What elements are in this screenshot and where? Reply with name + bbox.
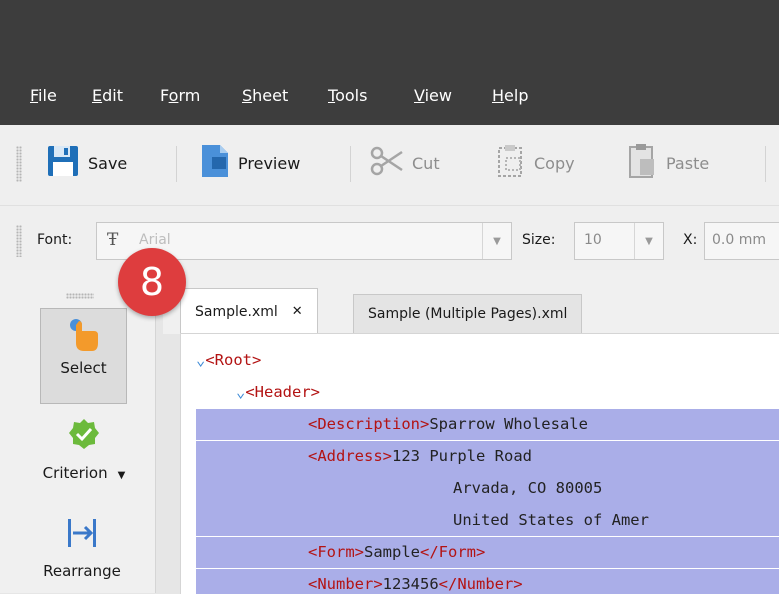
collapse-chevron-icon[interactable]: ⌄ [196,351,205,369]
select-tool[interactable]: Select [40,308,127,404]
menu-help-accel: H [492,86,505,105]
x-value: 0.0 mm [712,232,766,248]
preview-button[interactable]: Preview [200,140,300,186]
panel-grip[interactable] [66,293,94,299]
save-label: Save [88,153,128,173]
xml-line-number: <Number>123456</Number> [308,568,523,594]
tab-sample-multiple-pages[interactable]: Sample (Multiple Pages).xml [353,294,583,334]
copy-icon [496,144,526,182]
menu-form-accel: o [168,86,179,105]
rearrange-arrows-icon [18,516,146,554]
toolbar-separator [765,146,766,182]
copy-button[interactable]: Copy [496,140,575,186]
save-icon [46,144,80,182]
menu-view[interactable]: View [414,84,452,108]
x-label: X: [683,232,698,248]
menu-sheet-rest: heet [252,86,289,105]
menu-tools[interactable]: Tools [328,84,367,108]
tab-label: Sample.xml [195,303,278,320]
menu-sheet-accel: S [242,86,253,105]
chevron-down-icon[interactable]: ▼ [482,223,511,259]
xml-tag: </Form> [420,543,486,561]
pointer-hand-icon [41,317,126,357]
cut-label: Cut [412,153,440,173]
paste-label: Paste [666,153,710,173]
toolbar-grip[interactable] [16,146,22,182]
size-combo[interactable]: 10 ▼ [574,222,664,260]
font-label: Font: [37,232,73,248]
font-type-icon: Ŧ [107,230,119,250]
save-button[interactable]: Save [46,140,127,186]
menu-view-accel: V [414,86,425,105]
xml-text: Arvada, CO 80005 [453,479,603,497]
criterion-tool[interactable]: Criterion ▼ [20,418,148,482]
menu-file-rest: ile [38,86,57,105]
check-badge-icon [20,418,148,454]
xml-tag: </Number> [438,575,523,593]
xml-line-description: <Description>Sparrow Wholesale [308,408,588,440]
title-bar [0,0,779,76]
xml-editor[interactable]: ⌄<Root> ⌄<Header> <Description>Sparrow W… [180,333,779,594]
format-toolbar-grip[interactable] [16,225,22,257]
select-tool-label: Select [60,359,107,377]
menu-edit-accel: E [92,86,103,105]
menu-tools-accel: T [328,86,336,105]
chevron-down-icon[interactable]: ▼ [118,470,126,481]
criterion-tool-label: Criterion [42,464,108,482]
xml-line-address-3: United States of Amer [453,504,649,536]
menu-bar: File Edit Form Sheet Tools View Help [0,76,779,125]
font-value: Arial [139,232,171,248]
xml-text: Sparrow Wholesale [429,415,588,433]
menu-file[interactable]: File [30,84,57,108]
menu-help[interactable]: Help [492,84,528,108]
close-icon[interactable]: ✕ [292,304,303,319]
menu-file-accel: F [30,86,39,105]
collapse-chevron-icon[interactable]: ⌄ [236,383,245,401]
rearrange-tool-label: Rearrange [43,562,121,580]
menu-form-rest: rm [178,86,201,105]
xml-line-address-2: Arvada, CO 80005 [453,472,602,504]
preview-icon [200,143,230,183]
xml-line-header: ⌄<Header> [236,376,320,408]
copy-label: Copy [534,153,575,173]
xml-line-form: <Form>Sample</Form> [308,536,485,568]
menu-tools-rest: ools [335,86,368,105]
menu-view-rest: iew [424,86,452,105]
chevron-down-icon[interactable]: ▼ [634,223,663,259]
x-position-field[interactable]: 0.0 mm [704,222,779,260]
tab-sample-xml[interactable]: Sample.xml ✕ [180,288,318,334]
xml-tag: <Address> [308,447,392,465]
xml-line-address: <Address>123 Purple Road [308,440,532,472]
menu-help-rest: elp [504,86,529,105]
xml-text: 123 Purple Road [392,447,532,465]
xml-tag: <Form> [308,543,364,561]
menu-sheet[interactable]: Sheet [242,84,288,108]
toolbar-separator [176,146,177,182]
xml-tag: <Description> [308,415,430,433]
toolbar-separator [350,146,351,182]
xml-text: United States of Amer [453,511,649,529]
size-label: Size: [522,232,556,248]
xml-tag: <Number> [308,575,383,593]
step-number-badge: 8 [118,248,186,316]
paste-icon [628,143,658,183]
rearrange-tool[interactable]: Rearrange [18,516,146,580]
cut-button[interactable]: Cut [370,140,440,186]
xml-text: Sample [364,543,420,561]
tab-label: Sample (Multiple Pages).xml [368,306,568,322]
scissors-icon [370,146,404,180]
menu-form-pre: F [160,86,169,105]
selection-highlight [196,537,779,568]
menu-form[interactable]: Form [160,84,200,108]
menu-edit[interactable]: Edit [92,84,123,108]
xml-line-root: ⌄<Root> [196,344,261,376]
xml-tag: <Header> [245,383,320,401]
size-value: 10 [584,232,602,248]
paste-button[interactable]: Paste [628,140,709,186]
preview-label: Preview [238,153,301,173]
menu-edit-rest: dit [102,86,123,105]
xml-tag: <Root> [205,351,262,369]
xml-text: 123456 [382,575,439,593]
